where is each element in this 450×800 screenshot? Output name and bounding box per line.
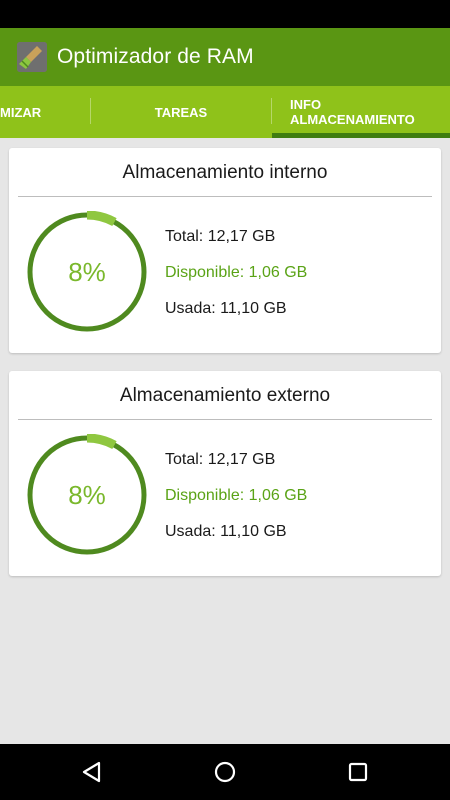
tab-label: TAREAS bbox=[154, 104, 208, 120]
tab-tasks[interactable]: TAREAS bbox=[91, 86, 271, 138]
available-storage: Disponible: 1,06 GB bbox=[165, 487, 308, 504]
total-storage: Total: 12,17 GB bbox=[165, 451, 276, 468]
tab-bar: MIZAR TAREAS INFO ALMACENAMIENTO bbox=[0, 86, 450, 138]
status-bar bbox=[0, 0, 450, 28]
usage-percent: 8% bbox=[68, 479, 106, 510]
used-storage: Usada: 11,10 GB bbox=[165, 523, 287, 540]
tab-selected-indicator bbox=[272, 133, 450, 138]
usage-percent: 8% bbox=[68, 256, 106, 287]
tab-optimize[interactable]: MIZAR bbox=[0, 86, 90, 138]
broom-icon bbox=[17, 42, 47, 72]
app-title: Optimizador de RAM bbox=[57, 45, 254, 68]
tab-divider bbox=[271, 98, 272, 124]
tab-label-line2: ALMACENAMIENTO bbox=[290, 112, 415, 127]
card-title: Almacenamiento externo bbox=[119, 385, 331, 406]
internal-storage-card: Almacenamiento interno 8% Total: 12,17 G… bbox=[9, 148, 441, 353]
tab-storage-info[interactable]: INFO ALMACENAMIENTO bbox=[290, 86, 450, 138]
home-icon[interactable] bbox=[211, 758, 239, 786]
back-icon[interactable] bbox=[78, 758, 106, 786]
recents-icon[interactable] bbox=[344, 758, 372, 786]
total-storage: Total: 12,17 GB bbox=[165, 228, 276, 245]
navigation-bar bbox=[0, 744, 450, 800]
available-storage: Disponible: 1,06 GB bbox=[165, 264, 308, 281]
divider bbox=[18, 419, 432, 420]
external-storage-card: Almacenamiento externo 8% Total: 12,17 G… bbox=[9, 371, 441, 576]
used-storage: Usada: 11,10 GB bbox=[165, 300, 287, 317]
card-title: Almacenamiento interno bbox=[122, 162, 328, 183]
tab-label-line1: INFO bbox=[290, 97, 322, 112]
app-bar: Optimizador de RAM bbox=[0, 28, 450, 86]
tab-label: MIZAR bbox=[0, 104, 42, 120]
divider bbox=[18, 196, 432, 197]
